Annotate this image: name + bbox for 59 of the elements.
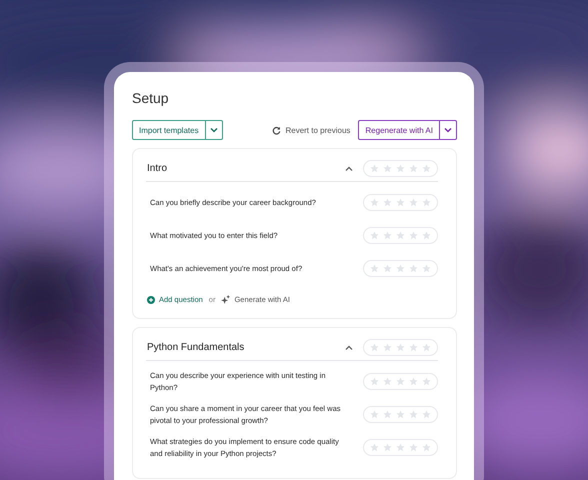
star-rating[interactable]: [363, 160, 438, 177]
star-icon: [396, 198, 405, 207]
star-icon: [370, 377, 379, 386]
star-icon: [409, 198, 418, 207]
section-title: Intro: [146, 163, 168, 174]
section-title: Python Fundamentals: [146, 342, 246, 353]
star-rating[interactable]: [363, 260, 438, 277]
star-icon: [383, 164, 392, 173]
sparkle-icon: [221, 295, 230, 304]
star-icon: [370, 264, 379, 273]
star-icon: [383, 343, 392, 352]
chevron-up-icon[interactable]: [345, 166, 353, 172]
star-icon: [370, 410, 379, 419]
star-icon: [370, 164, 379, 173]
star-icon: [422, 264, 431, 273]
chevron-down-icon: [210, 127, 218, 133]
star-icon: [409, 264, 418, 273]
star-icon: [396, 164, 405, 173]
star-icon: [370, 443, 379, 452]
star-icon: [370, 231, 379, 240]
star-icon: [409, 443, 418, 452]
star-icon: [370, 343, 379, 352]
star-icon: [409, 343, 418, 352]
star-icon: [422, 231, 431, 240]
star-icon: [409, 231, 418, 240]
star-icon: [422, 198, 431, 207]
star-icon: [383, 264, 392, 273]
star-icon: [383, 410, 392, 419]
star-icon: [422, 443, 431, 452]
star-icon: [396, 410, 405, 419]
star-icon: [422, 410, 431, 419]
star-icon: [409, 164, 418, 173]
revert-button[interactable]: Revert to previous: [272, 126, 350, 134]
star-icon: [396, 264, 405, 273]
star-icon: [383, 443, 392, 452]
chevron-up-icon[interactable]: [345, 344, 353, 350]
star-rating[interactable]: [363, 439, 438, 456]
star-rating[interactable]: [363, 406, 438, 423]
refresh-icon: [272, 126, 282, 134]
star-icon: [396, 343, 405, 352]
star-icon: [396, 377, 405, 386]
star-rating[interactable]: [363, 339, 438, 356]
star-icon: [383, 377, 392, 386]
star-icon: [396, 443, 405, 452]
panel-title: Setup: [132, 90, 170, 106]
star-icon: [383, 231, 392, 240]
chevron-down-icon: [444, 127, 452, 133]
star-icon: [396, 231, 405, 240]
star-icon: [422, 343, 431, 352]
plus-circle-icon: [147, 296, 155, 304]
star-icon: [422, 164, 431, 173]
star-icon: [409, 410, 418, 419]
star-icon: [383, 198, 392, 207]
star-rating[interactable]: [363, 373, 438, 390]
star-icon: [370, 198, 379, 207]
star-icon: [422, 377, 431, 386]
star-rating[interactable]: [363, 194, 438, 211]
star-icon: [409, 377, 418, 386]
star-rating[interactable]: [363, 227, 438, 244]
